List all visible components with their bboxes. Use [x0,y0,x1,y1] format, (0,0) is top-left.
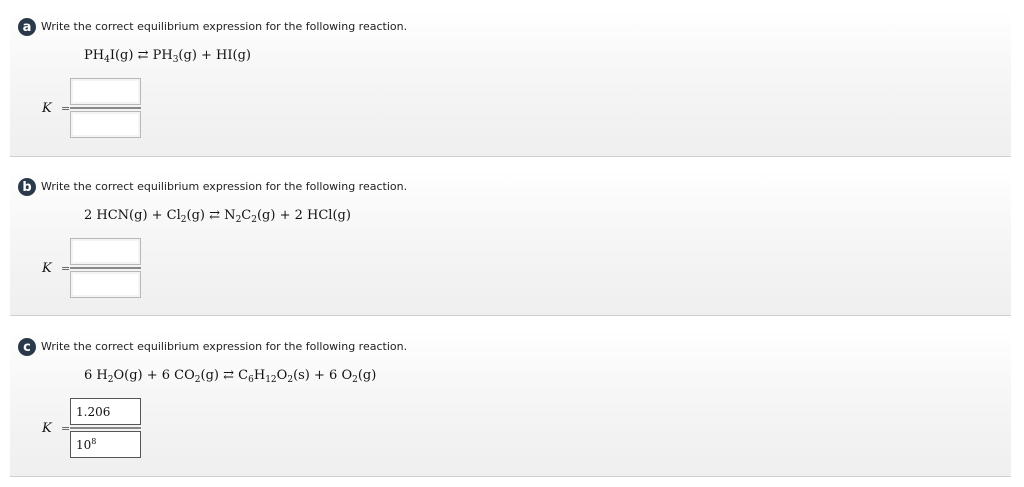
question-part-c: c Write the correct equilibrium expressi… [10,330,1011,477]
equilibrium-arrow-icon: ⇄ [137,48,149,63]
fraction-bar [70,107,141,109]
part-a-equation: PH4I(g) ⇄ PH3(g) + HI(g) [84,48,251,65]
equals-sign: = [61,422,71,435]
part-a-prompt: Write the correct equilibrium expression… [41,20,408,33]
numerator-input[interactable] [70,78,141,105]
question-part-a: a Write the correct equilibrium expressi… [10,10,1011,157]
numerator-input[interactable]: 1.206 [70,398,141,425]
fraction-bar [70,427,141,429]
equals-sign: = [61,102,71,115]
equilibrium-arrow-icon: ⇄ [223,368,235,383]
part-b-badge: b [18,178,36,196]
part-a-badge: a [18,18,36,36]
fraction-bar [70,267,141,269]
denominator-exponent: 8 [91,437,97,446]
denominator-base: 10 [76,438,92,452]
equals-sign: = [61,262,71,275]
k-label: K [42,261,52,276]
numerator-input[interactable] [70,238,141,265]
denominator-input[interactable]: 108 [70,431,141,458]
part-b-prompt: Write the correct equilibrium expression… [41,180,408,193]
part-c-badge: c [18,338,36,356]
equilibrium-arrow-icon: ⇄ [209,208,221,223]
part-b-equation: 2 HCN(g) + Cl2(g) ⇄ N2C2(g) + 2 HCl(g) [84,208,351,225]
part-c-equation: 6 H2O(g) + 6 CO2(g) ⇄ C6H12O2(s) + 6 O2(… [84,368,377,385]
k-label: K [42,421,52,436]
question-part-b: b Write the correct equilibrium expressi… [10,170,1011,316]
k-label: K [42,101,52,116]
denominator-input[interactable] [70,111,141,138]
denominator-input[interactable] [70,271,141,298]
part-c-prompt: Write the correct equilibrium expression… [41,340,408,353]
